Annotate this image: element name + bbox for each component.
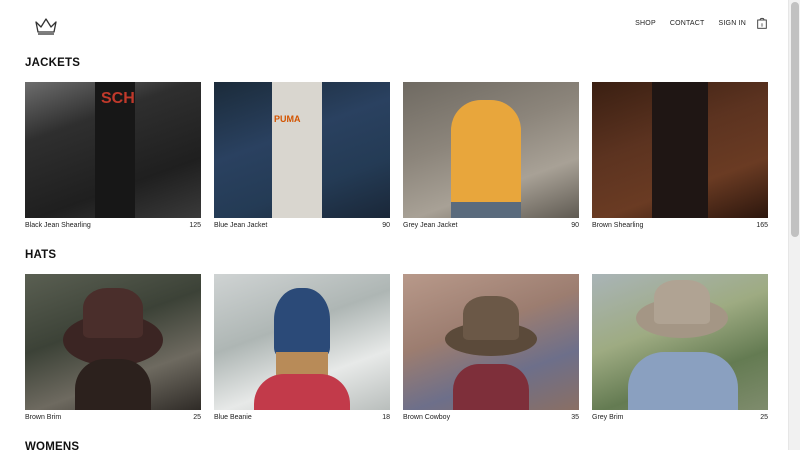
section-title-womens[interactable]: WOMENS — [25, 441, 79, 450]
product-price: 90 — [382, 222, 390, 229]
product-price: 90 — [571, 222, 579, 229]
bag-count: 0 — [761, 23, 764, 28]
product-card[interactable]: Brown Cowboy 35 — [403, 274, 579, 421]
product-name: Brown Brim — [25, 414, 62, 421]
product-image[interactable] — [25, 274, 201, 410]
nav-sign-in[interactable]: SIGN IN — [719, 20, 746, 27]
section-title-jackets[interactable]: JACKETS — [25, 57, 80, 69]
product-name: Black Jean Shearling — [25, 222, 91, 229]
nav-contact[interactable]: CONTACT — [670, 20, 705, 27]
product-price: 25 — [760, 414, 768, 421]
product-price: 165 — [756, 222, 768, 229]
product-name: Brown Shearling — [592, 222, 644, 229]
product-card[interactable]: Brown Brim 25 — [25, 274, 201, 421]
main-nav: SHOP CONTACT SIGN IN 0 — [621, 17, 767, 29]
product-image[interactable]: SCH — [25, 82, 201, 218]
product-name: Grey Brim — [592, 414, 624, 421]
scrollbar[interactable] — [788, 0, 800, 450]
section-title-hats[interactable]: HATS — [25, 249, 56, 261]
crown-icon[interactable] — [34, 17, 58, 35]
product-name: Grey Jean Jacket — [403, 222, 458, 229]
product-name: Blue Jean Jacket — [214, 222, 268, 229]
product-card[interactable]: PUMA Blue Jean Jacket 90 — [214, 82, 390, 229]
shopping-bag-icon[interactable]: 0 — [757, 17, 767, 29]
product-image[interactable] — [592, 274, 768, 410]
product-card[interactable]: Grey Jean Jacket 90 — [403, 82, 579, 229]
product-card[interactable]: SCH Black Jean Shearling 125 — [25, 82, 201, 229]
product-image[interactable] — [214, 274, 390, 410]
product-price: 18 — [382, 414, 390, 421]
product-card[interactable]: Blue Beanie 18 — [214, 274, 390, 421]
product-card[interactable]: Grey Brim 25 — [592, 274, 768, 421]
product-name: Brown Cowboy — [403, 414, 451, 421]
product-image[interactable]: PUMA — [214, 82, 390, 218]
hats-grid: Brown Brim 25 Blue Beanie 18 Brown Cowboy 3… — [25, 274, 768, 421]
scrollbar-thumb[interactable] — [791, 2, 799, 237]
jackets-grid: SCH Black Jean Shearling 125 PUMA Blue Je… — [25, 82, 768, 229]
site-header: SHOP CONTACT SIGN IN 0 — [0, 0, 788, 50]
product-image[interactable] — [403, 82, 579, 218]
product-price: 25 — [193, 414, 201, 421]
product-price: 125 — [189, 222, 201, 229]
product-card[interactable]: Brown Shearling 165 — [592, 82, 768, 229]
product-image[interactable] — [403, 274, 579, 410]
nav-shop[interactable]: SHOP — [635, 20, 656, 27]
product-name: Blue Beanie — [214, 414, 252, 421]
product-image[interactable] — [592, 82, 768, 218]
product-price: 35 — [571, 414, 579, 421]
